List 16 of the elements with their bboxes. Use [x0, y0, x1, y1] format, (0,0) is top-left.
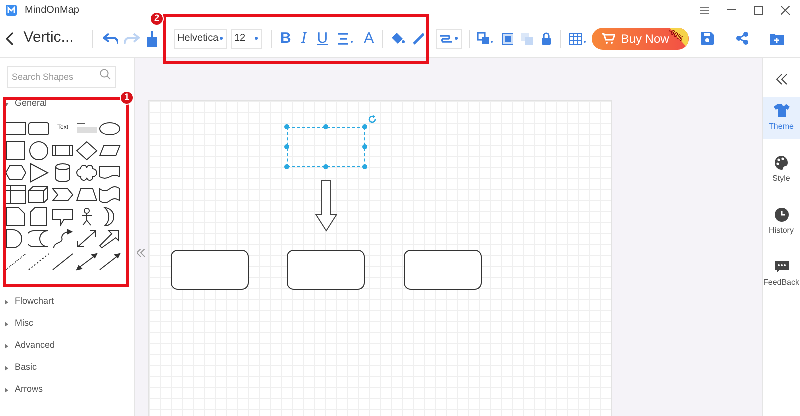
font-size-dropdown[interactable]: 12 — [230, 28, 262, 48]
bold-button[interactable]: B — [280, 31, 292, 46]
italic-button[interactable]: I — [301, 31, 308, 46]
category-header[interactable]: Advanced — [15, 339, 56, 353]
font-dropdown[interactable]: Helvetica — [174, 28, 226, 48]
document-title[interactable]: Vertic... — [24, 27, 92, 50]
category-header[interactable]: General — [15, 97, 48, 111]
app-title: MindOnMap — [25, 4, 80, 18]
font-color-button[interactable]: A — [364, 31, 374, 46]
annotation-badge: 2 — [150, 12, 164, 26]
underline-button[interactable]: U — [317, 31, 328, 46]
category-header[interactable]: Basic — [15, 361, 38, 375]
category-header[interactable]: Misc — [15, 317, 34, 331]
category-header[interactable]: Arrows — [15, 383, 44, 397]
category-header[interactable]: Flowchart — [15, 295, 54, 309]
search-field[interactable]: Search Shapes — [7, 66, 116, 88]
